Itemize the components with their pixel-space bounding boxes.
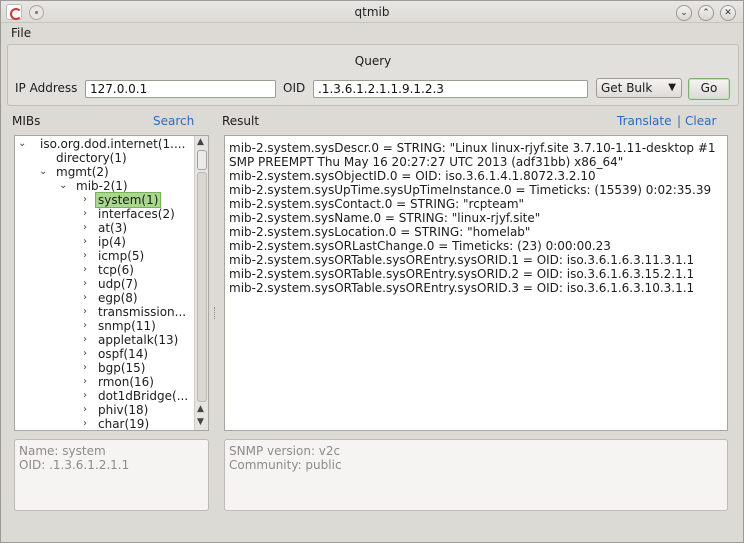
chevron-down-icon[interactable]: ⌄ (59, 179, 67, 193)
tree-item[interactable]: › phiv(18) (83, 403, 148, 417)
result-line: mib-2.system.sysDescr.0 = STRING: "Linux… (229, 141, 716, 155)
mib-tree[interactable]: ⌄ iso.org.dod.internet(1.... directory(1… (14, 135, 209, 431)
tree-item[interactable]: › dot1dBridge(... (83, 389, 188, 403)
scrollbar-thumb[interactable] (197, 150, 207, 170)
search-link[interactable]: Search (153, 114, 194, 128)
translate-link[interactable]: Translate (617, 114, 672, 128)
window-title: qtmib (354, 5, 390, 19)
tree-item[interactable]: › icmp(5) (83, 249, 144, 263)
chevron-right-icon[interactable]: › (83, 333, 87, 347)
result-label: Result (222, 114, 260, 128)
query-group: Query IP Address 127.0.0.1 OID .1.3.6.1.… (7, 44, 739, 106)
mib-oid-text: OID: .1.3.6.1.2.1.1 (19, 458, 130, 472)
scroll-up-icon[interactable]: ▲ (197, 404, 204, 414)
session-info-panel: SNMP version: v2c Community: public (224, 439, 728, 511)
chevron-down-icon[interactable]: ⌄ (39, 165, 47, 179)
result-line: mib-2.system.sysORTable.sysOREntry.sysOR… (229, 267, 695, 281)
mib-name-text: Name: system (19, 444, 106, 458)
tree-item[interactable]: › appletalk(13) (83, 333, 178, 347)
chevron-right-icon[interactable]: › (83, 291, 87, 305)
chevron-right-icon[interactable]: › (83, 193, 87, 207)
tree-item[interactable]: › udp(7) (83, 277, 138, 291)
tree-item[interactable]: › interfaces(2) (83, 207, 175, 221)
chevron-right-icon[interactable]: › (83, 221, 87, 235)
chevron-right-icon[interactable]: › (83, 277, 87, 291)
result-output[interactable]: mib-2.system.sysDescr.0 = STRING: "Linux… (224, 135, 728, 431)
tree-item[interactable]: ⌄ iso.org.dod.internet(1.... (18, 137, 185, 151)
tree-item[interactable]: ⌄ mib-2(1) (59, 179, 128, 193)
chevron-right-icon[interactable]: › (83, 319, 87, 333)
tree-item[interactable]: › ip(4) (83, 235, 126, 249)
scroll-up-icon[interactable]: ▲ (197, 137, 204, 147)
tree-item[interactable]: › tcp(6) (83, 263, 134, 277)
result-line: mib-2.system.sysUpTime.sysUpTimeInstance… (229, 183, 712, 197)
chevron-right-icon[interactable]: › (83, 389, 87, 403)
chevron-right-icon[interactable]: › (83, 305, 87, 319)
result-line: SMP PREEMPT Thu May 16 20:27:27 UTC 2013… (229, 155, 624, 169)
scrollbar-track[interactable] (197, 172, 207, 402)
chevron-right-icon[interactable]: › (83, 263, 87, 277)
result-line: mib-2.system.sysObjectID.0 = OID: iso.3.… (229, 169, 596, 183)
community-text: Community: public (229, 458, 342, 472)
chevron-right-icon[interactable]: › (83, 417, 87, 430)
ip-address-label: IP Address (15, 81, 78, 95)
snmp-version-text: SNMP version: v2c (229, 444, 341, 458)
result-line: mib-2.system.sysLocation.0 = STRING: "ho… (229, 225, 531, 239)
result-line: mib-2.system.sysORTable.sysOREntry.sysOR… (229, 253, 695, 267)
scroll-down-icon[interactable]: ▼ (197, 417, 204, 427)
chevron-right-icon[interactable]: › (83, 403, 87, 417)
result-line: mib-2.system.sysORLastChange.0 = Timetic… (229, 239, 611, 253)
mibs-label: MIBs (12, 114, 41, 128)
chevron-right-icon[interactable]: › (83, 235, 87, 249)
chevron-right-icon[interactable]: › (83, 249, 87, 263)
splitter-handle[interactable] (214, 307, 216, 319)
tree-item[interactable]: › bgp(15) (83, 361, 145, 375)
minimize-icon[interactable]: ⌄ (676, 5, 692, 21)
mib-info-panel: Name: system OID: .1.3.6.1.2.1.1 (14, 439, 209, 511)
tree-item-selected[interactable]: › system(1) (83, 192, 162, 208)
tree-item[interactable]: › at(3) (83, 221, 127, 235)
chevron-right-icon[interactable]: › (83, 375, 87, 389)
tree-item[interactable]: directory(1) (56, 151, 127, 165)
chevron-down-icon[interactable]: ⌄ (18, 137, 26, 151)
go-button[interactable]: Go (688, 78, 730, 100)
tree-item[interactable]: › ospf(14) (83, 347, 148, 361)
result-line: mib-2.system.sysContact.0 = STRING: "rcp… (229, 197, 525, 211)
tree-item[interactable]: › char(19) (83, 417, 149, 430)
ip-address-input[interactable]: 127.0.0.1 (85, 80, 276, 98)
maximize-icon[interactable]: ⌃ (698, 5, 714, 21)
oid-input[interactable]: .1.3.6.1.2.1.1.9.1.2.3 (313, 80, 588, 98)
tree-scrollbar[interactable]: ▲ ▲ ▼ (194, 136, 208, 430)
result-line: mib-2.system.sysName.0 = STRING: "linux-… (229, 211, 541, 225)
tree-item[interactable]: › egp(8) (83, 291, 138, 305)
tree-item[interactable]: ⌄ mgmt(2) (39, 165, 109, 179)
clear-link[interactable]: Clear (685, 114, 716, 128)
chevron-right-icon[interactable]: › (83, 347, 87, 361)
result-line: mib-2.system.sysORTable.sysOREntry.sysOR… (229, 281, 695, 295)
link-separator: | (677, 114, 682, 128)
method-select[interactable]: Get Bulk ▼ (596, 78, 682, 98)
chevron-right-icon[interactable]: › (83, 207, 87, 221)
app-window: qtmib ⌄ ⌃ ✕ File Query IP Address 127.0.… (0, 0, 744, 543)
menu-file[interactable]: File (11, 26, 31, 40)
chevron-down-icon: ▼ (668, 82, 676, 93)
menu-bar: File (1, 23, 743, 43)
method-select-value: Get Bulk (601, 81, 653, 95)
title-bar[interactable]: qtmib ⌄ ⌃ ✕ (1, 1, 743, 23)
close-icon[interactable]: ✕ (720, 5, 736, 21)
chevron-right-icon[interactable]: › (83, 361, 87, 375)
query-title: Query (354, 54, 392, 68)
tree-item[interactable]: › snmp(11) (83, 319, 156, 333)
tree-item[interactable]: › rmon(16) (83, 375, 154, 389)
tree-item[interactable]: › transmission... (83, 305, 186, 319)
oid-label: OID (283, 81, 306, 95)
